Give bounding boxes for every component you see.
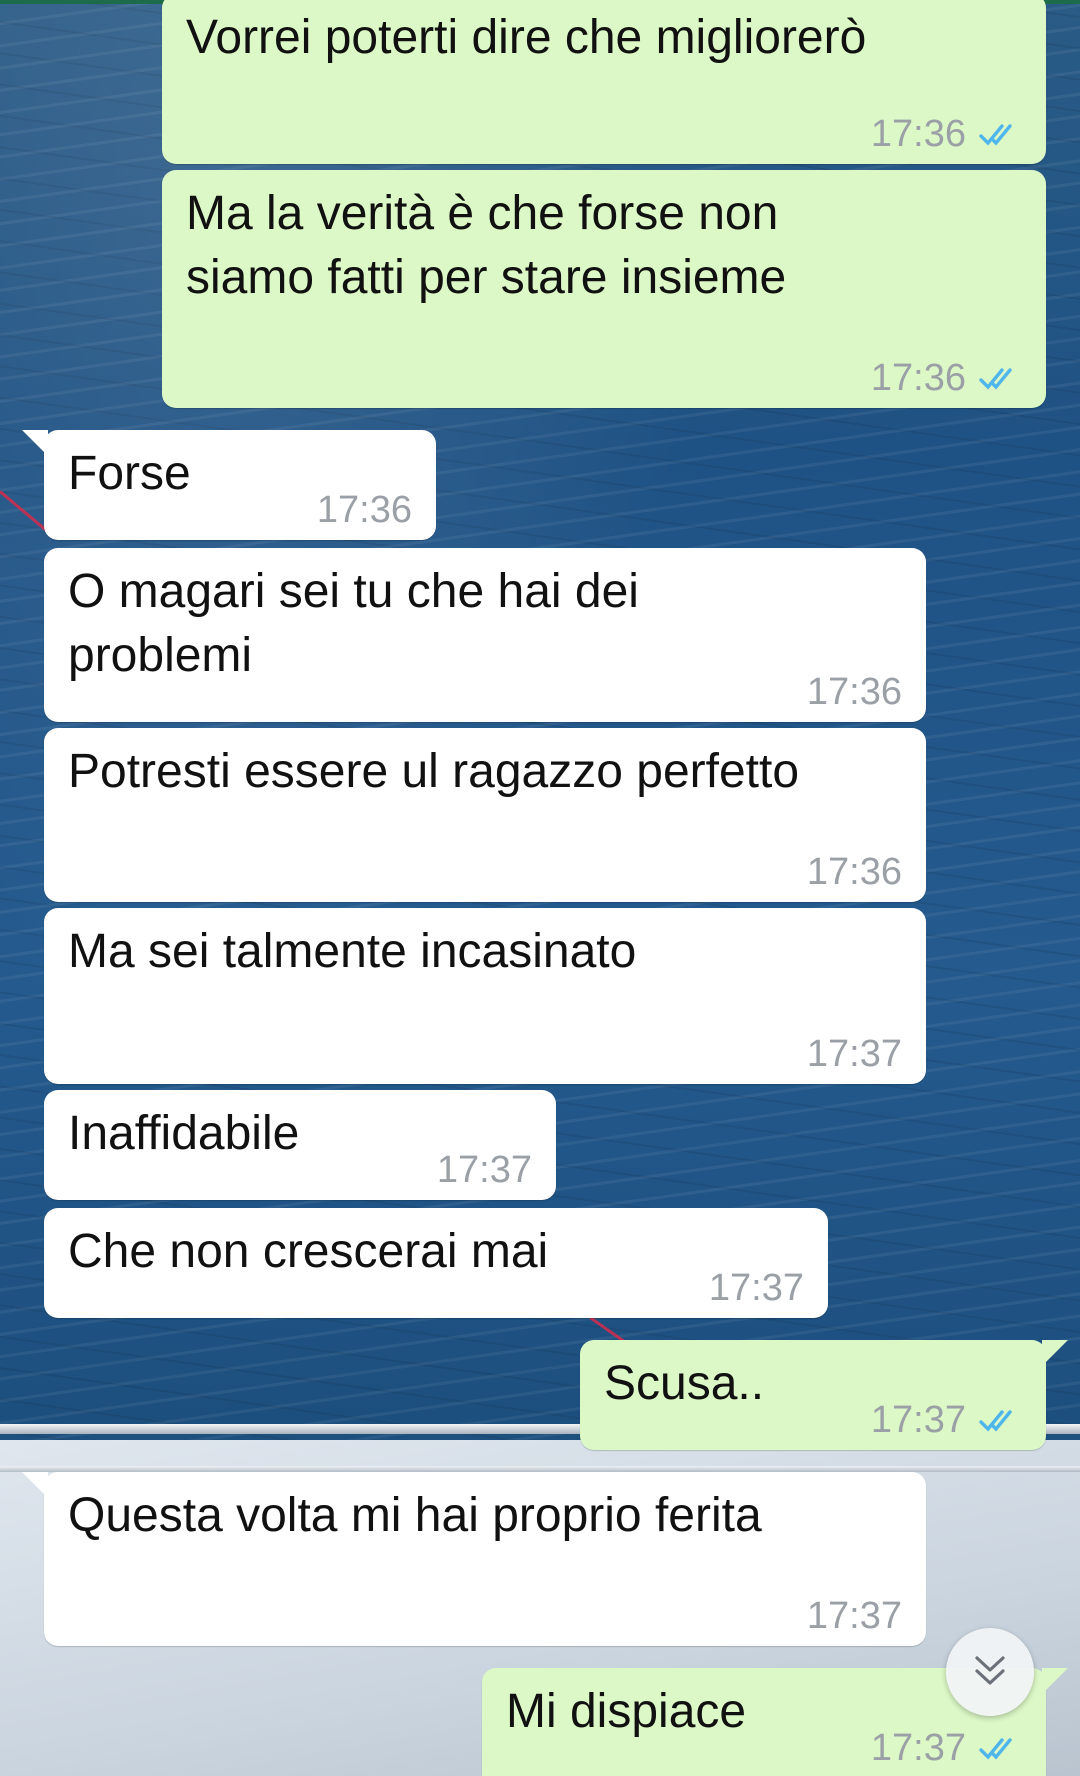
message-meta: 17:37 <box>709 1266 804 1310</box>
message-time: 17:37 <box>806 1595 902 1637</box>
message-bubble-incoming[interactable]: Questa volta mi hai proprio ferita 17:37 <box>22 1472 926 1646</box>
message-meta: 17:37 <box>871 1398 1024 1442</box>
message-text: O magari sei tu che hai dei problemi <box>68 565 639 682</box>
message-time: 17:36 <box>870 357 966 399</box>
message-bubble-incoming[interactable]: Forse 17:36 <box>22 430 436 540</box>
message-time: 17:37 <box>870 1399 966 1441</box>
double-check-read-icon <box>979 368 1012 390</box>
message-time: 17:37 <box>708 1267 804 1309</box>
message-meta: 17:36 <box>317 488 412 532</box>
message-time: 17:36 <box>316 489 412 531</box>
message-bubble-incoming[interactable]: O magari sei tu che hai dei problemi 17:… <box>44 548 926 722</box>
message-text: Ma sei talmente incasinato <box>68 925 637 978</box>
message-meta: 17:36 <box>871 112 1024 156</box>
double-check-read-icon <box>979 1738 1012 1760</box>
message-bubble-outgoing[interactable]: Scusa.. 17:37 <box>580 1340 1068 1450</box>
message-text: Vorrei poterti dire che migliorerò <box>186 11 867 64</box>
double-check-read-icon <box>979 124 1012 146</box>
message-meta: 17:37 <box>437 1148 532 1192</box>
message-bubble-outgoing[interactable]: Vorrei poterti dire che migliorerò 17:36 <box>162 0 1046 164</box>
message-meta: 17:36 <box>807 850 902 894</box>
message-meta: 17:36 <box>807 670 902 714</box>
double-check-read-icon <box>979 1410 1012 1432</box>
message-time: 17:37 <box>870 1727 966 1769</box>
message-time: 17:37 <box>436 1149 532 1191</box>
message-bubble-incoming[interactable]: Ma sei talmente incasinato 17:37 <box>44 908 926 1084</box>
message-bubble-incoming[interactable]: Che non crescerai mai 17:37 <box>44 1208 828 1318</box>
message-meta: 17:37 <box>807 1594 902 1638</box>
message-time: 17:36 <box>806 851 902 893</box>
message-bubble-outgoing[interactable]: Ma la verità è che forse non siamo fatti… <box>162 170 1046 408</box>
message-meta: 17:36 <box>871 356 1024 400</box>
message-meta: 17:37 <box>807 1032 902 1076</box>
message-text: Potresti essere ul ragazzo perfetto <box>68 745 800 798</box>
message-time: 17:36 <box>806 671 902 713</box>
scroll-to-bottom-button[interactable] <box>946 1628 1034 1716</box>
message-bubble-incoming[interactable]: Potresti essere ul ragazzo perfetto 17:3… <box>44 728 926 902</box>
message-time: 17:36 <box>870 113 966 155</box>
message-text: Questa volta mi hai proprio ferita <box>68 1489 762 1542</box>
message-bubble-incoming[interactable]: Inaffidabile 17:37 <box>44 1090 556 1200</box>
message-text: Che non crescerai mai <box>68 1225 549 1278</box>
message-text: Ma la verità è che forse non siamo fatti… <box>186 187 787 304</box>
double-chevron-down-icon <box>975 1656 1005 1685</box>
message-meta: 17:37 <box>871 1726 1024 1770</box>
message-time: 17:37 <box>806 1033 902 1075</box>
